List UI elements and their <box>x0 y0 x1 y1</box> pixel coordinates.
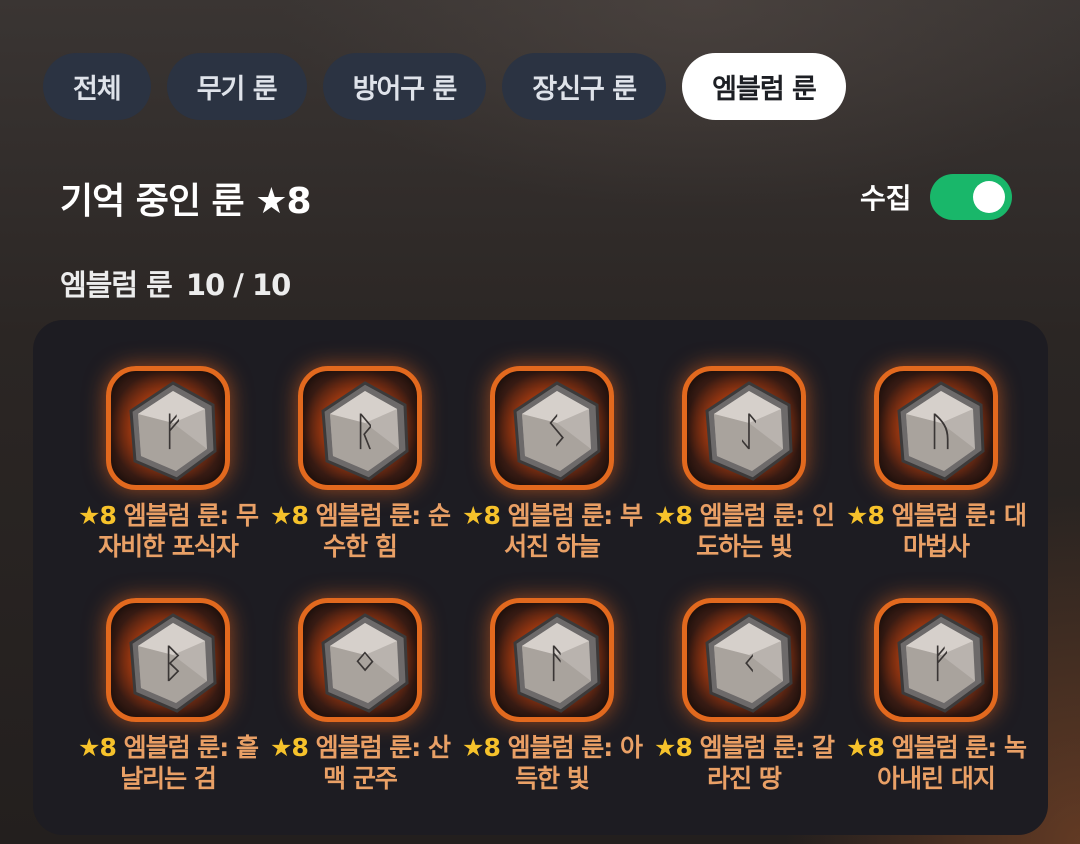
star-grade: ★8 <box>846 501 885 530</box>
rune-name: ★8 엠블럼 룬: 아득한 빛 <box>457 732 647 794</box>
rune-grid: ᚠ ★8 엠블럼 룬: 무자비한 포식자 ᚱ ★8 엠블럼 룬: 순수한 힘 ᛊ ★8 엠… <box>33 320 1048 835</box>
star-grade: ★8 <box>654 733 693 762</box>
rune-card[interactable]: ᚱ ★8 엠블럼 룬: 순수한 힘 <box>265 366 455 562</box>
rune-name-text: 엠블럼 룬: 녹아내린 대지 <box>877 733 1027 793</box>
rune-card[interactable]: ᚠ ★8 엠블럼 룬: 녹아내린 대지 <box>841 598 1031 794</box>
rune-name-text: 엠블럼 룬: 흩날리는 검 <box>120 733 259 793</box>
star-grade: ★8 <box>78 733 117 762</box>
rune-glyph: ᚢ <box>929 409 953 455</box>
rune-card[interactable]: ᚲ ★8 엠블럼 룬: 갈라진 땅 <box>649 598 839 794</box>
rune-name-text: 엠블럼 룬: 대마법사 <box>891 501 1027 561</box>
rune-glyph: ᚨ <box>545 641 569 687</box>
rune-stone-icon: ᚱ <box>298 366 422 490</box>
rune-name: ★8 엠블럼 룬: 무자비한 포식자 <box>73 500 263 562</box>
rune-stone-icon: ᛊ <box>490 366 614 490</box>
star-grade: ★8 <box>78 501 117 530</box>
rune-name: ★8 엠블럼 룬: 대마법사 <box>841 500 1031 562</box>
rune-card[interactable]: ᚨ ★8 엠블럼 룬: 아득한 빛 <box>457 598 647 794</box>
star-grade: ★8 <box>654 501 693 530</box>
rune-card[interactable]: ᚠ ★8 엠블럼 룬: 무자비한 포식자 <box>73 366 263 562</box>
toggle-knob <box>972 181 1005 213</box>
tab-accessory-rune[interactable]: 장신구 룬 <box>502 53 667 120</box>
collect-filter: 수집 <box>860 174 1012 220</box>
collect-label: 수집 <box>860 182 912 215</box>
star-grade: ★8 <box>462 733 501 762</box>
star-grade: ★8 <box>270 733 309 762</box>
rune-name-text: 엠블럼 룬: 산맥 군주 <box>315 733 451 793</box>
rune-card[interactable]: ᛜ ★8 엠블럼 룬: 산맥 군주 <box>265 598 455 794</box>
rune-card[interactable]: ᛊ ★8 엠블럼 룬: 부서진 하늘 <box>457 366 647 562</box>
page-title: 기억 중인 룬 ★8 <box>60 181 312 222</box>
tab-emblem-rune[interactable]: 엠블럼 룬 <box>682 53 846 120</box>
rune-stone-icon: ᛇ <box>682 366 806 490</box>
rune-glyph: ᛇ <box>737 409 761 455</box>
rune-glyph: ᚠ <box>929 641 953 687</box>
star-grade: ★8 <box>846 733 885 762</box>
rune-stone-icon: ᛒ <box>106 598 230 722</box>
rune-stone-icon: ᚢ <box>874 366 998 490</box>
rune-glyph: ᚲ <box>737 641 761 687</box>
rune-card[interactable]: ᛒ ★8 엠블럼 룬: 흩날리는 검 <box>73 598 263 794</box>
star-grade: ★8 <box>270 501 309 530</box>
section-header: 엠블럼 룬 10 / 10 <box>60 262 291 304</box>
rune-name-text: 엠블럼 룬: 아득한 빛 <box>507 733 643 793</box>
rune-stone-icon: ᛜ <box>298 598 422 722</box>
tab-weapon-rune[interactable]: 무기 룬 <box>166 53 307 120</box>
rune-glyph: ᛜ <box>353 641 377 687</box>
rune-card[interactable]: ᚢ ★8 엠블럼 룬: 대마법사 <box>841 366 1031 562</box>
rune-card[interactable]: ᛇ ★8 엠블럼 룬: 인도하는 빛 <box>649 366 839 562</box>
rune-name-text: 엠블럼 룬: 인도하는 빛 <box>696 501 835 561</box>
section-count: 10 / 10 <box>185 268 291 302</box>
rune-glyph: ᚱ <box>353 409 377 455</box>
rune-name-text: 엠블럼 룬: 순수한 힘 <box>315 501 451 561</box>
rune-name-text: 엠블럼 룬: 갈라진 땅 <box>699 733 835 793</box>
rune-name: ★8 엠블럼 룬: 인도하는 빛 <box>649 500 839 562</box>
rune-glyph: ᚠ <box>161 409 185 455</box>
rune-stone-icon: ᚨ <box>490 598 614 722</box>
rune-name: ★8 엠블럼 룬: 녹아내린 대지 <box>841 732 1031 794</box>
rune-name: ★8 엠블럼 룬: 순수한 힘 <box>265 500 455 562</box>
rune-panel: ᚠ ★8 엠블럼 룬: 무자비한 포식자 ᚱ ★8 엠블럼 룬: 순수한 힘 ᛊ ★8 엠… <box>33 320 1048 835</box>
rune-name: ★8 엠블럼 룬: 흩날리는 검 <box>73 732 263 794</box>
rune-glyph: ᛒ <box>161 641 185 687</box>
rune-name-text: 엠블럼 룬: 부서진 하늘 <box>504 501 643 561</box>
collect-toggle[interactable] <box>929 174 1012 220</box>
rune-name: ★8 엠블럼 룬: 산맥 군주 <box>265 732 455 794</box>
rune-stone-icon: ᚠ <box>874 598 998 722</box>
rune-name: ★8 엠블럼 룬: 갈라진 땅 <box>649 732 839 794</box>
section-title: 엠블럼 룬 <box>60 268 173 302</box>
rune-stone-icon: ᚠ <box>106 366 230 490</box>
tab-armor-rune[interactable]: 방어구 룬 <box>322 53 487 120</box>
rune-name: ★8 엠블럼 룬: 부서진 하늘 <box>457 500 647 562</box>
star-grade: ★8 <box>462 501 501 530</box>
rune-stone-icon: ᚲ <box>682 598 806 722</box>
rune-glyph: ᛊ <box>545 409 569 455</box>
rune-name-text: 엠블럼 룬: 무자비한 포식자 <box>98 501 259 561</box>
category-tabs: 전체 무기 룬 방어구 룬 장신구 룬 엠블럼 룬 <box>43 53 846 120</box>
tab-all[interactable]: 전체 <box>43 53 151 120</box>
